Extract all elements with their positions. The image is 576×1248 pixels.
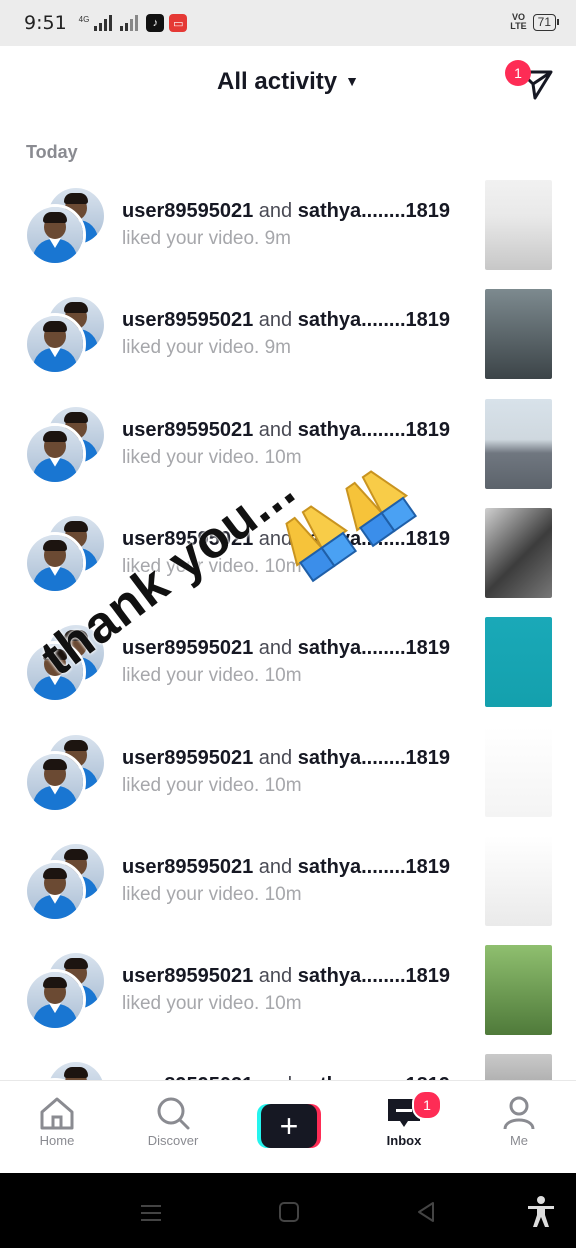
- search-icon: [157, 1097, 190, 1130]
- username-2[interactable]: sathya........1819: [298, 200, 450, 222]
- back-icon[interactable]: [415, 1201, 437, 1223]
- username-1[interactable]: user89595021: [122, 747, 253, 769]
- section-label-today: Today: [26, 142, 78, 162]
- home-system-icon[interactable]: [278, 1201, 300, 1223]
- notification-text: user89595021 and sathya........1819 like…: [122, 200, 451, 249]
- notification-text: user89595021 and sathya........1819 like…: [122, 746, 451, 796]
- time-ago: 10m: [264, 993, 302, 1015]
- tab-home-label: Home: [39, 1133, 75, 1148]
- signal-strength-icon: [94, 15, 113, 31]
- video-thumbnail[interactable]: [485, 726, 552, 817]
- status-time: 9:51: [24, 12, 67, 34]
- username-2[interactable]: sathya........1819: [298, 637, 450, 659]
- username-1[interactable]: user89595021: [122, 309, 253, 331]
- notification-item[interactable]: user89595021 and sathya........1819 like…: [0, 178, 576, 274]
- video-thumbnail[interactable]: [485, 835, 552, 926]
- folded-hands-icon: [285, 470, 418, 583]
- system-nav-bar: [0, 1173, 576, 1248]
- avatar-stack[interactable]: [24, 295, 106, 376]
- activity-filter-dropdown[interactable]: All activity ▼: [0, 68, 576, 96]
- profile-icon: [503, 1096, 535, 1130]
- video-thumbnail[interactable]: [485, 398, 552, 489]
- network-type: 4G: [78, 15, 90, 24]
- username-2[interactable]: sathya........1819: [298, 419, 450, 441]
- username-1[interactable]: user89595021: [122, 856, 253, 878]
- video-notification-icon: ▭: [169, 14, 188, 32]
- video-thumbnail[interactable]: [485, 289, 552, 380]
- signal-icons: 4G: [79, 15, 139, 31]
- video-thumbnail[interactable]: [485, 180, 552, 270]
- action-text: liked your video.: [122, 883, 260, 905]
- time-ago: 9m: [264, 337, 291, 359]
- tab-discover[interactable]: Discover: [128, 1095, 218, 1148]
- video-thumbnail[interactable]: [485, 945, 552, 1036]
- notification-text: user89595021 and sathya........1819 like…: [122, 309, 451, 359]
- notification-text: user89595021 and sathya........1819 like…: [122, 418, 451, 468]
- username-2[interactable]: sathya........1819: [298, 856, 450, 878]
- tab-inbox-label: Inbox: [386, 1133, 422, 1148]
- action-text: liked your video.: [122, 446, 260, 468]
- plus-icon: +: [261, 1104, 317, 1148]
- action-text: liked your video.: [122, 993, 260, 1015]
- status-bar: 9:51 4G ♪ ▭ VO LTE 71: [0, 0, 576, 46]
- username-1[interactable]: user89595021: [122, 419, 253, 441]
- battery-indicator: 71: [532, 13, 560, 31]
- notification-item[interactable]: user89595021 and sathya........1819 like…: [0, 834, 576, 930]
- volte-indicator: VO LTE: [510, 12, 527, 31]
- username-1[interactable]: user89595021: [122, 965, 253, 987]
- time-ago: 10m: [264, 883, 302, 905]
- tab-discover-label: Discover: [147, 1133, 199, 1148]
- avatar-stack[interactable]: [24, 951, 106, 1032]
- time-ago: 9m: [264, 228, 291, 249]
- tab-home[interactable]: Home: [12, 1095, 102, 1148]
- video-thumbnail[interactable]: [485, 1054, 552, 1080]
- username-2[interactable]: sathya........1819: [298, 965, 450, 987]
- time-ago: 10m: [264, 774, 302, 796]
- notification-text: user89595021 and sathya........1819 like…: [122, 965, 451, 1015]
- avatar-stack[interactable]: [24, 841, 106, 922]
- recent-apps-icon[interactable]: [139, 1203, 163, 1223]
- notification-text: user89595021 and sathya........1819 like…: [122, 637, 451, 687]
- time-ago: 10m: [264, 665, 302, 687]
- inbox-badge: 1: [412, 1090, 442, 1120]
- notification-item[interactable]: user89595021 and sathya........1819 like…: [0, 287, 576, 383]
- notification-item[interactable]: user89595021 and sathya........1819 like…: [0, 943, 576, 1039]
- tab-me-label: Me: [509, 1133, 529, 1148]
- tiktok-notification-icon: ♪: [146, 14, 165, 32]
- home-icon: [40, 1097, 74, 1130]
- username-1[interactable]: user89595021: [122, 200, 253, 222]
- caret-down-icon: ▼: [345, 73, 359, 89]
- create-video-button[interactable]: +: [257, 1104, 321, 1148]
- top-bar: All activity ▼ 1: [0, 46, 576, 122]
- action-text: liked your video.: [122, 665, 260, 687]
- video-thumbnail[interactable]: [485, 617, 552, 708]
- video-thumbnail[interactable]: [485, 507, 552, 598]
- tab-me[interactable]: Me: [474, 1095, 564, 1148]
- avatar-stack[interactable]: [24, 186, 106, 266]
- avatar-stack[interactable]: [24, 404, 106, 485]
- username-2[interactable]: sathya........1819: [298, 309, 450, 331]
- avatar-stack[interactable]: [24, 732, 106, 813]
- messages-badge: 1: [505, 60, 531, 86]
- accessibility-icon[interactable]: [526, 1195, 556, 1229]
- username-2[interactable]: sathya........1819: [298, 747, 450, 769]
- username-1[interactable]: user89595021: [122, 637, 253, 659]
- action-text: liked your video.: [122, 228, 260, 249]
- direct-messages-button[interactable]: 1: [505, 54, 555, 104]
- signal-strength-2-icon: [120, 15, 139, 31]
- avatar-stack[interactable]: [24, 513, 106, 594]
- avatar-stack[interactable]: [24, 1060, 106, 1080]
- action-text: liked your video.: [122, 774, 260, 796]
- action-text: liked your video.: [122, 337, 260, 359]
- notification-item[interactable]: user89595021 and sathya........1819: [0, 1052, 576, 1080]
- notification-item[interactable]: user89595021 and sathya........1819 like…: [0, 725, 576, 821]
- page-title: All activity: [217, 68, 338, 95]
- notification-text: user89595021 and sathya........1819 like…: [122, 855, 451, 905]
